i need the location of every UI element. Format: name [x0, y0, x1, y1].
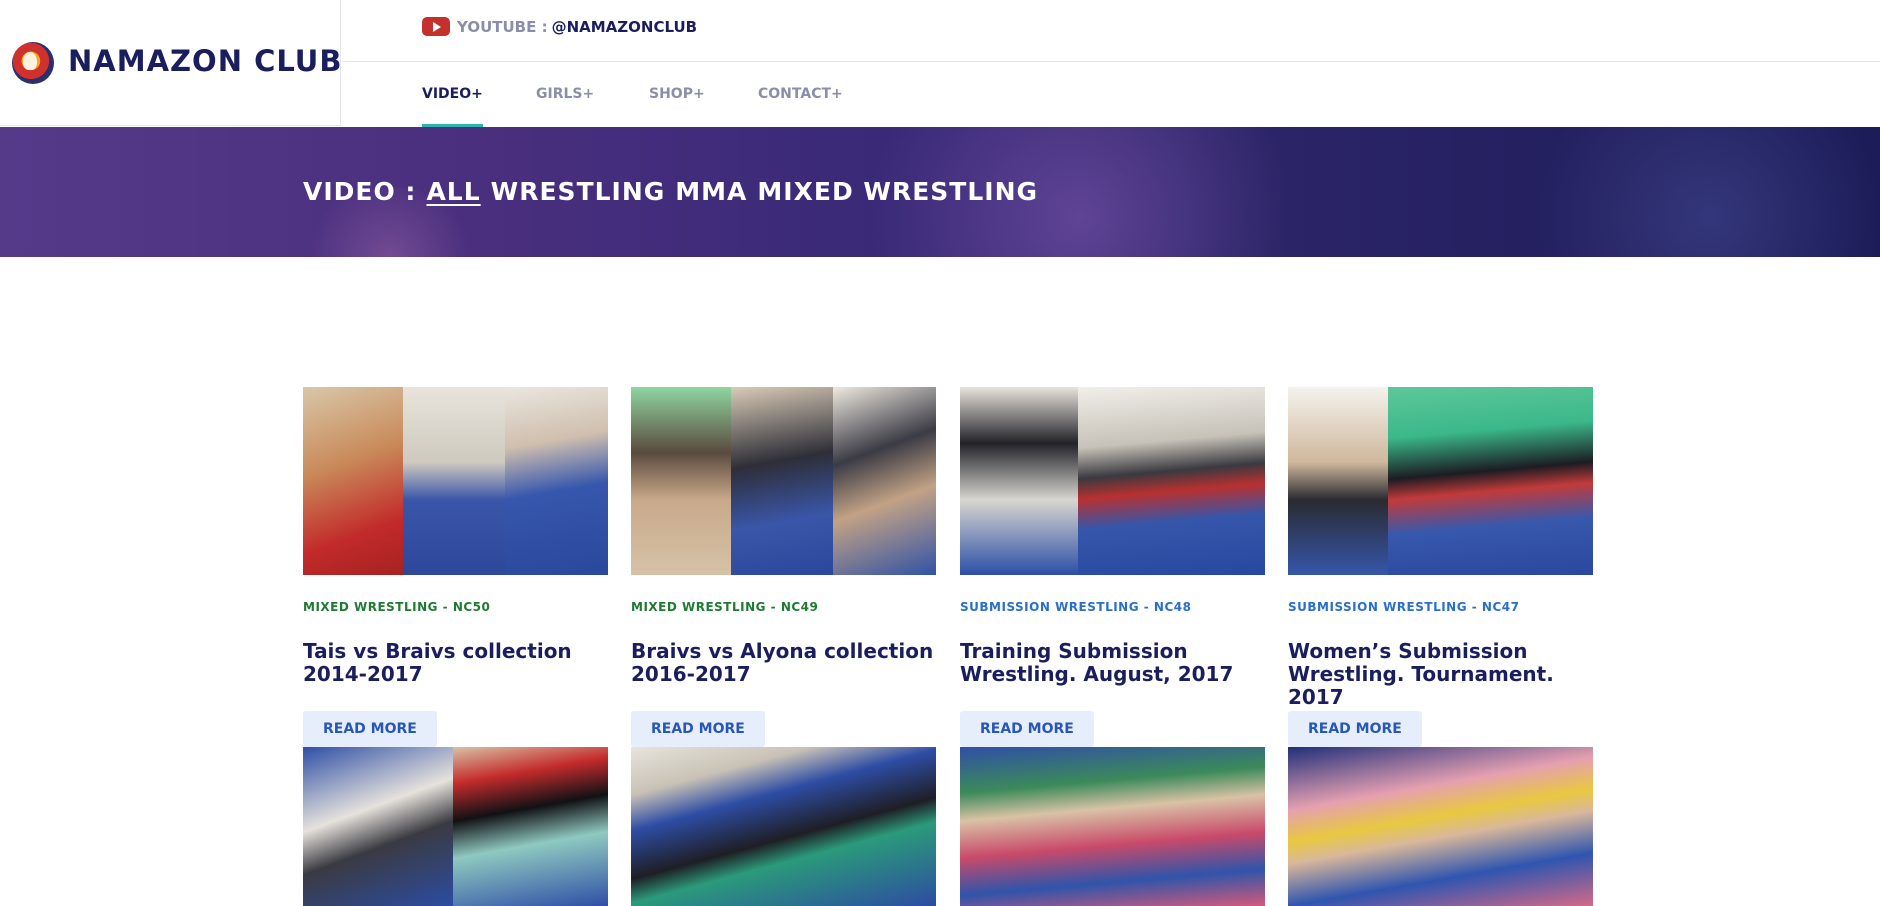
video-thumbnail[interactable] [303, 387, 608, 575]
video-thumbnail[interactable] [1288, 387, 1593, 575]
card-category[interactable]: SUBMISSION WRESTLING - NC48 [960, 600, 1191, 614]
brand-name[interactable]: NAMAZON CLUB [68, 44, 342, 78]
card-category[interactable]: SUBMISSION WRESTLING - NC47 [1288, 600, 1519, 614]
main-nav: VIDEO+ GIRLS+ SHOP+ CONTACT+ [342, 62, 1880, 127]
card-title[interactable]: Training Submission Wrestling. August, 2… [960, 640, 1265, 686]
video-thumbnail[interactable] [631, 747, 936, 906]
read-more-button[interactable]: READ MORE [1288, 711, 1422, 747]
nav-item-shop[interactable]: SHOP+ [649, 86, 705, 102]
card-category[interactable]: MIXED WRESTLING - NC49 [631, 600, 818, 614]
youtube-icon [422, 17, 450, 36]
youtube-label: YOUTUBE : [457, 17, 548, 36]
filter-mixed-wrestling[interactable]: MIXED WRESTLING [757, 177, 1038, 206]
logo-area[interactable]: NAMAZON CLUB [0, 0, 341, 126]
nav-item-girls[interactable]: GIRLS+ [536, 86, 594, 102]
nav-item-contact[interactable]: CONTACT+ [758, 86, 843, 102]
top-bar: YOUTUBE : @NAMAZONCLUB [342, 0, 1880, 62]
read-more-button[interactable]: READ MORE [631, 711, 765, 747]
read-more-button[interactable]: READ MORE [960, 711, 1094, 747]
card-title[interactable]: Tais vs Braivs collection 2014-2017 [303, 640, 608, 686]
filter-all[interactable]: ALL [426, 177, 480, 206]
card-title[interactable]: Braivs vs Alyona collection 2016-2017 [631, 640, 936, 686]
video-thumbnail[interactable] [303, 747, 608, 906]
page-banner: VIDEO : ALL WRESTLING MMA MIXED WRESTLIN… [0, 127, 1880, 257]
video-thumbnail[interactable] [1288, 747, 1593, 906]
video-thumbnail[interactable] [631, 387, 936, 575]
video-filter-bar: VIDEO : ALL WRESTLING MMA MIXED WRESTLIN… [303, 177, 1038, 206]
youtube-handle[interactable]: @NAMAZONCLUB [552, 18, 698, 36]
read-more-button[interactable]: READ MORE [303, 711, 437, 747]
banner-prefix: VIDEO : [303, 177, 417, 206]
card-title[interactable]: Women’s Submission Wrestling. Tournament… [1288, 640, 1593, 709]
filter-mma[interactable]: MMA [675, 177, 747, 206]
logo-emblem-icon[interactable] [12, 42, 54, 84]
nav-item-video[interactable]: VIDEO+ [422, 86, 483, 127]
video-thumbnail[interactable] [960, 387, 1265, 575]
filter-wrestling[interactable]: WRESTLING [491, 177, 666, 206]
card-category[interactable]: MIXED WRESTLING - NC50 [303, 600, 490, 614]
youtube-link[interactable]: YOUTUBE : @NAMAZONCLUB [422, 17, 697, 36]
video-thumbnail[interactable] [960, 747, 1265, 906]
